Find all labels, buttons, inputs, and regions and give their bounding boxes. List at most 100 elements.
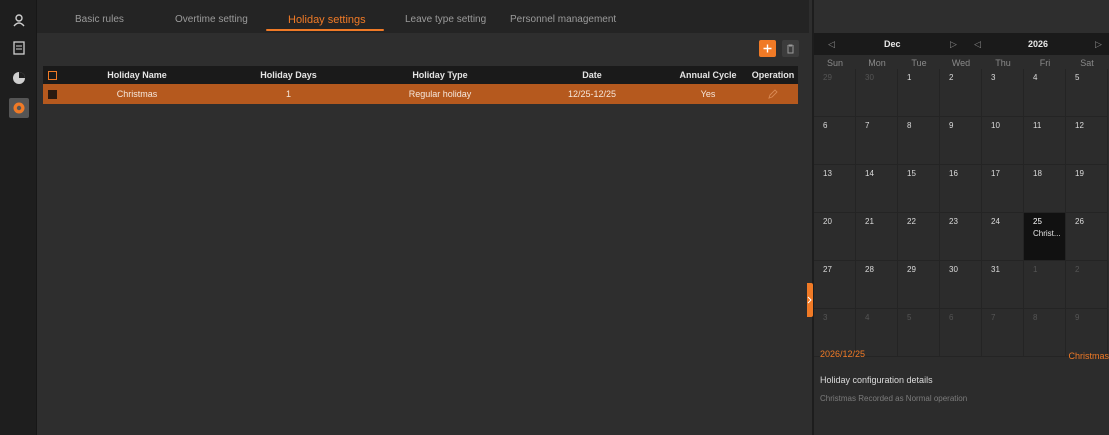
calendar-day[interactable]: 11 [1024, 117, 1066, 165]
day-number: 1 [1033, 265, 1038, 274]
tab-basic-rules[interactable]: Basic rules [75, 0, 124, 33]
tab-leave-type-setting[interactable]: Leave type setting [405, 0, 486, 33]
row-checkbox[interactable] [47, 89, 57, 99]
calendar-day[interactable]: 19 [1066, 165, 1108, 213]
calendar-day[interactable]: 4 [1024, 69, 1066, 117]
calendar-day[interactable]: 25 Christ... [1024, 213, 1066, 261]
day-number: 23 [949, 217, 958, 226]
day-number: 7 [865, 121, 870, 130]
report-icon[interactable] [9, 38, 29, 58]
select-all-checkbox[interactable] [47, 70, 57, 80]
row-select-cell [43, 84, 61, 104]
column-date[interactable]: Date [516, 66, 668, 84]
month-label[interactable]: Dec [884, 33, 901, 55]
calendar-day[interactable]: 23 [940, 213, 982, 261]
column-holiday-type[interactable]: Holiday Type [364, 66, 516, 84]
active-tab-underline [266, 29, 384, 31]
annual-cycle-cell: Yes [700, 89, 716, 99]
calendar-day[interactable]: 2 [940, 69, 982, 117]
next-year-icon[interactable]: ▷ [1095, 33, 1102, 55]
year-label[interactable]: 2026 [1028, 33, 1048, 55]
tab-overtime-setting[interactable]: Overtime setting [175, 0, 248, 33]
calendar-day[interactable]: 28 [856, 261, 898, 309]
calendar-day[interactable]: 30 [940, 261, 982, 309]
calendar-day[interactable]: 17 [982, 165, 1024, 213]
prev-year-icon[interactable]: ◁ [974, 33, 981, 55]
calendar-day[interactable]: 8 [898, 117, 940, 165]
column-annual-cycle[interactable]: Annual Cycle [668, 66, 748, 84]
calendar-day[interactable]: 29 [898, 261, 940, 309]
calendar-day[interactable]: 12 [1066, 117, 1108, 165]
calendar-day[interactable]: 9 [1066, 309, 1108, 357]
day-number: 29 [907, 265, 916, 274]
calendar-day[interactable]: 1 [898, 69, 940, 117]
calendar-day[interactable]: 14 [856, 165, 898, 213]
calendar-day[interactable]: 21 [856, 213, 898, 261]
weekday-label: Sat [1080, 58, 1094, 68]
calendar-day[interactable]: 7 [982, 309, 1024, 357]
calendar-day[interactable]: 3 [982, 69, 1024, 117]
day-number: 30 [949, 265, 958, 274]
day-number: 29 [823, 73, 832, 82]
user-icon[interactable] [9, 10, 29, 30]
prev-month-icon[interactable]: ◁ [828, 33, 835, 55]
calendar-day[interactable]: 16 [940, 165, 982, 213]
weekday-label: Sun [826, 58, 843, 68]
calendar-day[interactable]: 31 [982, 261, 1024, 309]
calendar-day[interactable]: 1 [1024, 261, 1066, 309]
calendar-day[interactable]: 22 [898, 213, 940, 261]
calendar-day[interactable]: 26 [1066, 213, 1108, 261]
collapse-panel-handle[interactable] [807, 283, 813, 317]
day-number: 3 [991, 73, 996, 82]
day-number: 25 [1033, 217, 1042, 226]
table-row[interactable]: Christmas 1 Regular holiday 12/25-12/25 … [43, 84, 798, 104]
calendar-day[interactable]: 13 [814, 165, 856, 213]
calendar-day[interactable]: 6 [940, 309, 982, 357]
edit-pencil-icon[interactable] [768, 89, 778, 99]
add-holiday-button[interactable] [759, 40, 776, 57]
delete-holiday-button[interactable] [782, 40, 799, 57]
day-number: 18 [1033, 169, 1042, 178]
calendar-day[interactable]: 20 [814, 213, 856, 261]
column-operation: Operation [751, 70, 795, 80]
calendar-day[interactable]: 9 [940, 117, 982, 165]
plus-icon [763, 44, 772, 53]
column-holiday-days[interactable]: Holiday Days [213, 66, 364, 84]
holiday-name-cell: Christmas [116, 89, 158, 99]
calendar-day[interactable]: 5 [1066, 69, 1108, 117]
settings-gear-icon[interactable] [9, 98, 29, 118]
calendar-day[interactable]: 24 [982, 213, 1024, 261]
day-number: 15 [907, 169, 916, 178]
day-number: 17 [991, 169, 1000, 178]
calendar-day[interactable]: 7 [856, 117, 898, 165]
calendar-day[interactable]: 15 [898, 165, 940, 213]
column-holiday-name[interactable]: Holiday Name [61, 66, 213, 84]
day-holiday-label: Christ... [1033, 229, 1061, 238]
tab-personnel-management[interactable]: Personnel management [510, 0, 616, 33]
next-month-icon[interactable]: ▷ [950, 33, 957, 55]
day-number: 2 [1075, 265, 1080, 274]
calendar-day[interactable]: 10 [982, 117, 1024, 165]
day-number: 16 [949, 169, 958, 178]
holiday-calendar: ◁ Dec ▷ ◁ 2026 ▷ Sun Mon Tue Wed Thu Fri… [814, 33, 1109, 435]
weekday-label: Mon [868, 58, 886, 68]
statistics-pie-icon[interactable] [9, 68, 29, 88]
day-number: 26 [1075, 217, 1084, 226]
calendar-day[interactable]: 5 [898, 309, 940, 357]
calendar-day[interactable]: 27 [814, 261, 856, 309]
calendar-day[interactable]: 6 [814, 117, 856, 165]
day-number: 31 [991, 265, 1000, 274]
weekday-label: Wed [951, 58, 971, 68]
day-number: 24 [991, 217, 1000, 226]
day-number: 11 [1033, 121, 1042, 130]
left-rail [0, 0, 37, 435]
calendar-day[interactable]: 18 [1024, 165, 1066, 213]
calendar-day[interactable]: 29 [814, 69, 856, 117]
collapse-arrow-icon [807, 296, 812, 304]
calendar-day[interactable]: 8 [1024, 309, 1066, 357]
day-number: 9 [1075, 313, 1080, 322]
day-number: 4 [865, 313, 870, 322]
day-number: 13 [823, 169, 832, 178]
calendar-day[interactable]: 2 [1066, 261, 1108, 309]
calendar-day[interactable]: 30 [856, 69, 898, 117]
